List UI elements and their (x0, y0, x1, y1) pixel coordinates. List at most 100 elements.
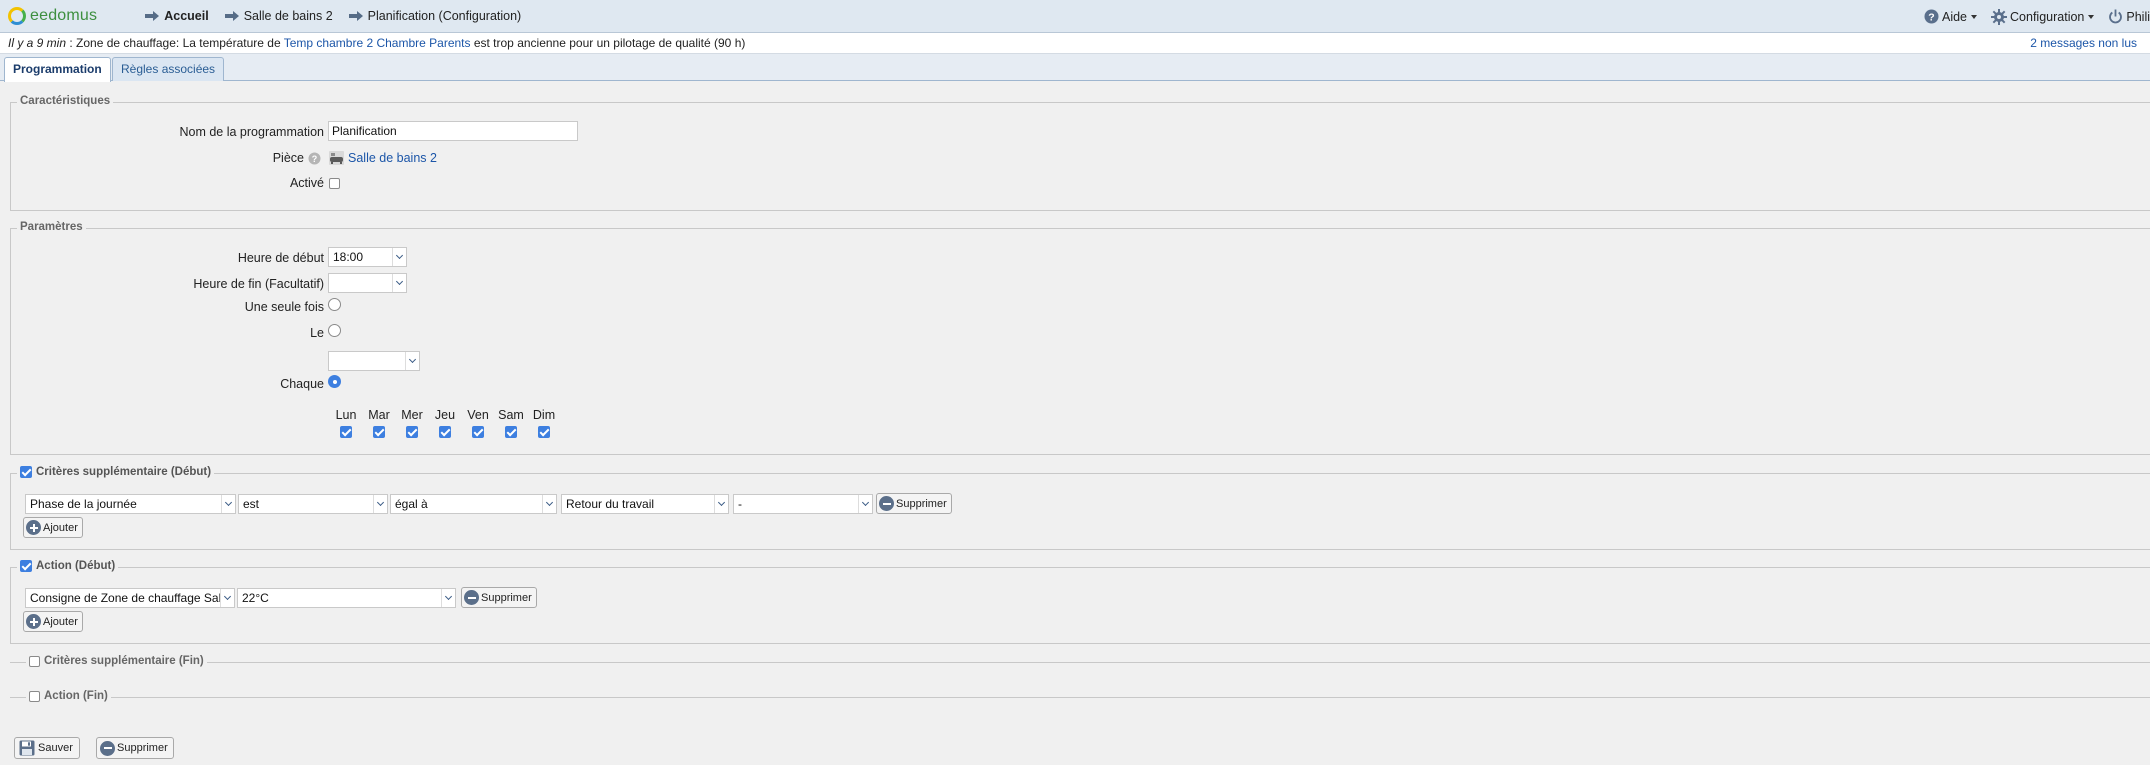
name-label: Nom de la programmation (179, 125, 324, 139)
day-checkbox-mon[interactable] (340, 426, 352, 438)
breadcrumb-room[interactable]: Salle de bains 2 (224, 9, 333, 23)
plus-circle-icon (26, 520, 41, 535)
once-label: Une seule fois (244, 300, 324, 314)
tab-regles-associees[interactable]: Règles associées (112, 57, 225, 81)
action-add-button[interactable]: Ajouter (23, 611, 83, 632)
action-debut-checkbox[interactable] (20, 560, 32, 572)
day-label-sun: Dim (532, 408, 556, 422)
arrow-right-icon (145, 11, 160, 21)
arrow-right-icon (348, 11, 363, 21)
day-label-tue: Mar (368, 408, 390, 422)
svg-text:?: ? (1928, 11, 1934, 23)
section-legend: Critères supplémentaire (Début) (36, 466, 212, 478)
on-date-radio[interactable] (328, 324, 341, 337)
action-delete-button[interactable]: Supprimer (461, 587, 537, 608)
configuration-menu[interactable]: Configuration (1991, 8, 2095, 25)
chevron-down-icon (392, 248, 406, 266)
room-link[interactable]: Salle de bains 2 (348, 151, 437, 165)
svg-text:?: ? (312, 154, 318, 164)
plus-circle-icon (26, 614, 41, 629)
criteria-add-button[interactable]: Ajouter (23, 517, 83, 538)
chevron-down-icon (714, 495, 728, 513)
criteres-fin-section: Critères supplémentaire (Fin) (10, 655, 2150, 667)
tab-programmation[interactable]: Programmation (4, 57, 111, 82)
criteria-value-select[interactable]: Retour du travail (561, 494, 729, 514)
user-menu[interactable]: Phili (2108, 9, 2150, 24)
floppy-disk-icon (19, 740, 35, 756)
minus-circle-icon (464, 590, 479, 605)
day-checkbox-thu[interactable] (439, 426, 451, 438)
eedomus-logo[interactable]: eedomus (8, 7, 97, 25)
once-radio[interactable] (328, 298, 341, 311)
chevron-down-icon (373, 495, 387, 513)
breadcrumb-home[interactable]: Accueil (145, 9, 209, 23)
minus-circle-icon (879, 496, 894, 511)
action-value-select[interactable]: 22°C (237, 588, 456, 608)
on-date-label: Le (310, 326, 324, 340)
room-label: Pièce (272, 151, 304, 165)
each-radio[interactable] (328, 375, 341, 388)
notification-time: Il y a 9 min (8, 36, 67, 50)
unread-messages-link[interactable]: 2 messages non lus (2030, 33, 2137, 54)
criteria-operator-select[interactable]: égal à (390, 494, 557, 514)
criteria-extra-select[interactable]: - (733, 494, 873, 514)
breadcrumb-current: Planification (Configuration) (348, 9, 521, 23)
chevron-down-icon (542, 495, 556, 513)
section-legend: Paramètres (17, 221, 86, 233)
section-legend: Action (Début) (36, 560, 116, 572)
chevron-down-icon (220, 589, 234, 607)
notification-suffix: est trop ancienne pour un pilotage de qu… (470, 36, 746, 50)
help-icon: ? (1924, 9, 1939, 24)
save-button[interactable]: Sauver (14, 737, 80, 759)
minus-circle-icon (100, 740, 115, 756)
notification-sensor-link[interactable]: Temp chambre 2 Chambre Parents (284, 36, 471, 50)
day-label-wed: Mer (401, 408, 423, 422)
day-checkbox-tue[interactable] (373, 426, 385, 438)
day-checkbox-wed[interactable] (406, 426, 418, 438)
name-input[interactable] (328, 121, 578, 141)
bathroom-icon (329, 151, 344, 165)
day-checkbox-sat[interactable] (505, 426, 517, 438)
chevron-down-icon (858, 495, 872, 513)
action-fin-section: Action (Fin) (10, 690, 2150, 702)
day-label-mon: Lun (335, 408, 357, 422)
criteres-fin-checkbox[interactable] (29, 655, 40, 667)
start-time-label: Heure de début (237, 251, 324, 265)
section-legend: Critères supplémentaire (Fin) (44, 655, 204, 667)
criteria-verb-select[interactable]: est (238, 494, 388, 514)
arrow-right-icon (224, 11, 239, 21)
day-label-fri: Ven (467, 408, 489, 422)
section-legend: Caractéristiques (17, 95, 114, 107)
caret-down-icon (2088, 14, 2095, 19)
chevron-down-icon (221, 495, 235, 513)
action-device-select[interactable]: Consigne de Zone de chauffage Sal (25, 588, 235, 608)
day-label-thu: Jeu (434, 408, 456, 422)
chevron-down-icon (392, 274, 406, 292)
help-menu[interactable]: ? Aide (1924, 9, 1978, 24)
start-time-select[interactable]: 18:00 (328, 247, 407, 267)
logo-text: eedomus (30, 7, 98, 24)
notification-prefix: : Zone de chauffage: La température de (66, 36, 284, 50)
criteres-debut-checkbox[interactable] (20, 466, 32, 478)
gear-icon (1991, 8, 2008, 25)
section-legend: Action (Fin) (44, 690, 108, 702)
day-checkbox-sun[interactable] (538, 426, 550, 438)
end-time-select[interactable] (328, 273, 407, 293)
criteria-device-select[interactable]: Phase de la journée (25, 494, 236, 514)
caret-down-icon (1971, 14, 1978, 19)
day-checkbox-fri[interactable] (472, 426, 484, 438)
power-icon (2109, 9, 2123, 24)
active-checkbox[interactable] (329, 178, 340, 189)
date-select[interactable] (328, 351, 420, 371)
each-label: Chaque (280, 377, 324, 391)
chevron-down-icon (405, 352, 419, 370)
criteria-delete-button[interactable]: Supprimer (876, 493, 952, 514)
end-time-label: Heure de fin (Facultatif) (193, 277, 324, 291)
delete-button[interactable]: Supprimer (96, 737, 174, 759)
help-icon[interactable]: ? (308, 152, 321, 165)
active-label: Activé (289, 176, 324, 190)
action-fin-checkbox[interactable] (29, 690, 40, 702)
chevron-down-icon (441, 589, 455, 607)
logo-ring-icon (8, 7, 26, 25)
top-navigation-bar: eedomus Accueil Salle de bains 2 Planifi… (0, 0, 2150, 33)
